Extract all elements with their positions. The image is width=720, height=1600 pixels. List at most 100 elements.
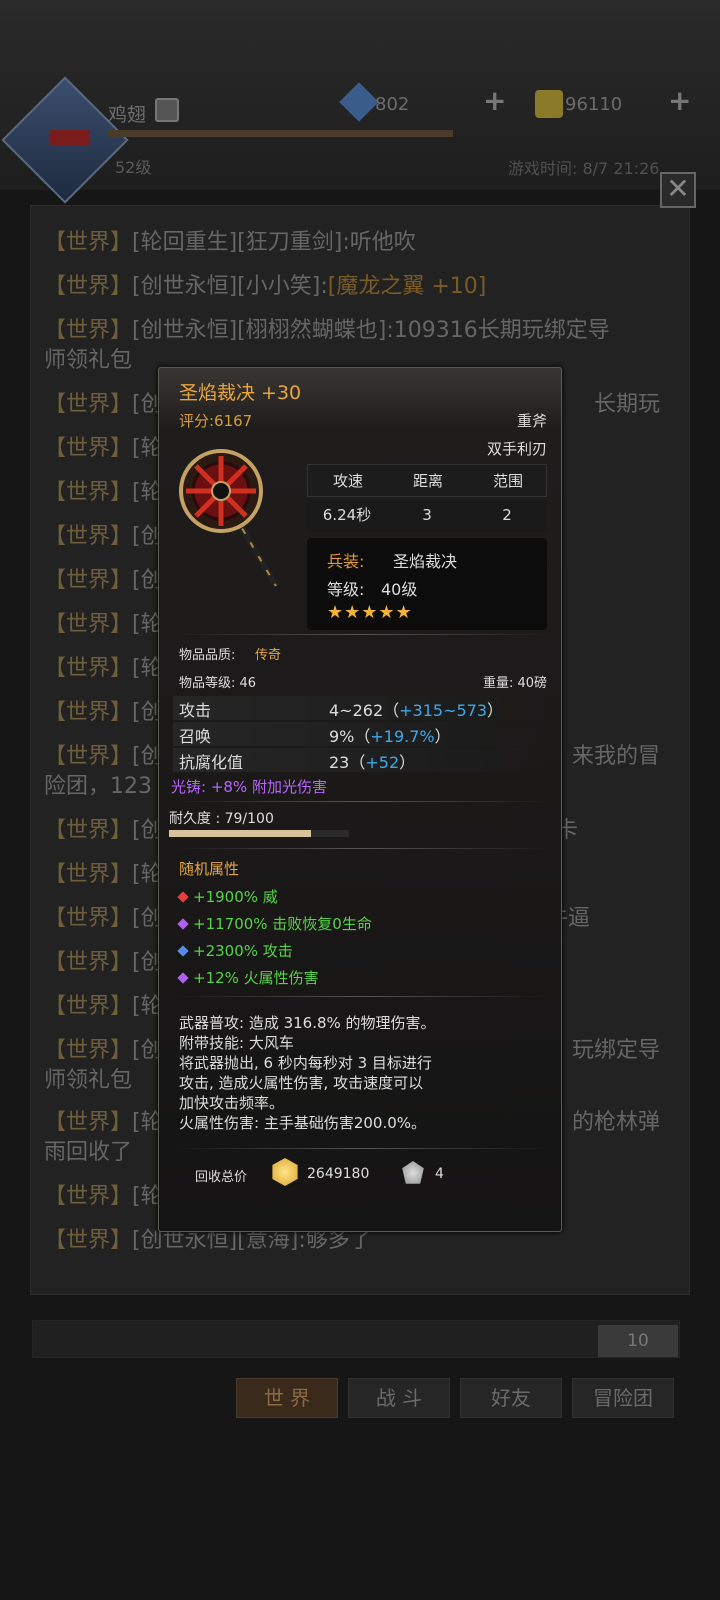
stat-range: 3	[422, 506, 432, 524]
description-line: 武器普攻: 造成 316.8% 的物理伤害。	[179, 1014, 436, 1032]
chat-message[interactable]: 【世界】[创	[44, 566, 163, 596]
level-badge	[50, 130, 90, 146]
quality-label: 物品品质:	[179, 648, 236, 663]
chat-message[interactable]: 【世界】[轮回重生][狂刀重剑]:听他吹	[44, 228, 416, 258]
gold-icon	[535, 90, 563, 118]
recycle-ore: 4	[435, 1166, 444, 1182]
chat-channel-tag: 【世界】	[44, 1038, 133, 1063]
tab-battle[interactable]: 战 斗	[348, 1378, 450, 1418]
random-attr: +11700% 击败恢复0生命	[177, 913, 372, 934]
player-name: 鸡翅	[108, 104, 147, 126]
recycle-gold: 2649180	[307, 1166, 370, 1182]
weapon-name: 圣焰裁决	[393, 552, 458, 571]
gold-count: 96110	[565, 94, 623, 115]
divider	[173, 634, 549, 635]
exp-bar	[108, 130, 453, 137]
description-line: 加快攻击频率。	[179, 1094, 285, 1112]
gem-icon	[177, 972, 189, 984]
chat-message[interactable]: 【世界】[创世永恒][栩栩然蝴蝶也]:109316长期玩绑定导	[44, 316, 610, 346]
axe-icon	[179, 449, 279, 588]
stat-speed: 6.24秒	[322, 506, 372, 524]
chat-message[interactable]: 【世界】[创	[44, 522, 163, 552]
player-level: 52级	[115, 158, 152, 177]
gem-icon	[177, 945, 189, 957]
tab-friends[interactable]: 好友	[460, 1378, 562, 1418]
chat-message[interactable]: 【世界】[创世永恒][小小笑]:[魔龙之翼 +10]	[44, 272, 486, 302]
description-line: 将武器抛出, 6 秒内每秒对 3 目标进行	[179, 1054, 432, 1072]
item-weight: 重量: 40磅	[482, 676, 547, 691]
chat-message[interactable]: 【世界】[创	[44, 742, 163, 772]
gold-coin-icon	[272, 1158, 298, 1186]
level-value: 40级	[381, 580, 418, 599]
chat-text-continued: 雨回收了	[44, 1140, 133, 1165]
divider	[173, 848, 549, 849]
chat-channel-tag: 【世界】	[44, 818, 133, 843]
chat-message[interactable]: 【世界】[创	[44, 698, 163, 728]
add-gold-icon[interactable]: +	[668, 84, 691, 117]
level-label: 等级:	[327, 580, 365, 599]
item-tooltip: 圣焰裁决 +30 评分:6167 重斧 双手利刃 攻速 距离 范围 6.24秒 …	[158, 367, 562, 1232]
chat-message[interactable]: 【世界】[轮	[44, 478, 163, 508]
edit-icon[interactable]	[155, 98, 179, 122]
chat-message[interactable]: 【世界】[创	[44, 948, 163, 978]
chat-channel-tag: 【世界】	[44, 274, 133, 299]
item-score: 评分:6167	[179, 412, 253, 430]
diamond-icon	[339, 82, 379, 122]
stat-header-area: 范围	[492, 472, 523, 490]
stats-values: 6.24秒 3 2	[307, 499, 547, 532]
description-line: 火属性伤害: 主手基础伤害200.0%。	[179, 1114, 427, 1132]
chat-text-tail: 玩绑定导	[571, 1038, 660, 1063]
light-cast: 光铸: +8% 附加光伤害	[171, 778, 327, 796]
durability-fill	[169, 830, 312, 837]
chat-message[interactable]: 【世界】[轮	[44, 654, 163, 684]
chat-item-link[interactable]: [魔龙之翼 +10]	[328, 274, 487, 299]
star-rating: ★★★★★	[327, 602, 413, 623]
stats-table: 攻速 距离 范围 6.24秒 3 2	[307, 464, 547, 534]
chat-channel-tag: 【世界】	[44, 700, 133, 725]
chat-channel-tag: 【世界】	[44, 1110, 133, 1135]
chat-channel-tag: 【世界】	[44, 1184, 133, 1209]
chat-channel-tag: 【世界】	[44, 392, 133, 417]
chat-channel-tag: 【世界】	[44, 906, 133, 931]
quality-value: 传奇	[255, 648, 282, 663]
chat-channel-tag: 【世界】	[44, 994, 133, 1019]
chat-message[interactable]: 【世界】[轮	[44, 860, 163, 890]
attr-corruption-value: 23（+52）	[329, 753, 416, 772]
random-attr: +1900% 威	[177, 886, 278, 907]
durability-label: 耐久度 : 79/100	[169, 811, 274, 827]
stat-header-range: 距离	[412, 472, 443, 490]
description-line: 附带技能: 大风车	[179, 1034, 294, 1052]
add-diamond-icon[interactable]: +	[483, 84, 506, 117]
chat-channel-tag: 【世界】	[44, 612, 133, 637]
chat-channel-tag: 【世界】	[44, 480, 133, 505]
chat-message[interactable]: 【世界】[创	[44, 1036, 163, 1066]
chat-message[interactable]: 【世界】[轮	[44, 1108, 163, 1138]
chat-channel-tag: 【世界】	[44, 950, 133, 975]
chat-text-continued: 险团，123	[44, 774, 152, 799]
chat-text-tail: 长期玩	[593, 392, 660, 417]
durability-bar	[169, 830, 349, 837]
chat-channel-tag: 【世界】	[44, 744, 133, 769]
close-icon[interactable]: ✕	[660, 172, 696, 208]
chat-message[interactable]: 【世界】[轮	[44, 434, 163, 464]
chat-text-continued: 师领礼包	[44, 1068, 133, 1093]
chat-input[interactable]	[32, 1320, 680, 1358]
chat-message[interactable]: 【世界】[轮	[44, 610, 163, 640]
chat-text: [创世永恒][小小笑]:	[132, 274, 328, 299]
chat-message[interactable]: 【世界】[轮	[44, 1182, 163, 1212]
chat-text-tail: 来我的冒	[571, 744, 660, 769]
tab-adventure-group[interactable]: 冒险团	[572, 1378, 674, 1418]
item-level: 物品等级: 46	[179, 676, 257, 691]
divider	[173, 801, 549, 802]
random-attr: +2300% 攻击	[177, 940, 293, 961]
chat-message[interactable]: 【世界】[创	[44, 904, 163, 934]
attr-corruption-label: 抗腐化值	[179, 753, 244, 772]
game-time: 游戏时间: 8/7 21:26	[508, 159, 660, 178]
chat-message[interactable]: 【世界】[创	[44, 816, 163, 846]
chat-message[interactable]: 【世界】[轮	[44, 992, 163, 1022]
chat-text: [创世永恒][栩栩然蝴蝶也]:109316长期玩绑定导	[132, 318, 610, 343]
chat-text: [轮回重生][狂刀重剑]:听他吹	[132, 230, 416, 255]
diamond-count: 802	[375, 94, 410, 115]
skill-description: 武器普攻: 造成 316.8% 的物理伤害。 附带技能: 大风车将武器抛出, 6 …	[179, 1013, 549, 1133]
tab-world[interactable]: 世 界	[236, 1378, 338, 1418]
